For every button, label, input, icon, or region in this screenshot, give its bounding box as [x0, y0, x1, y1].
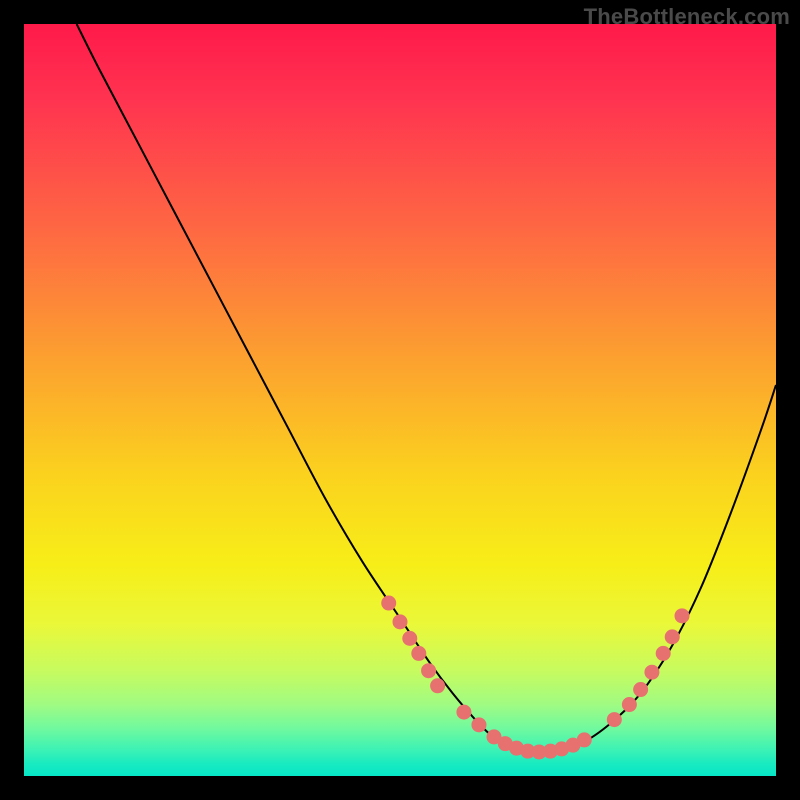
highlight-dot: [665, 629, 680, 644]
highlight-dot: [421, 663, 436, 678]
plot-area: [24, 24, 776, 776]
highlight-dot: [656, 646, 671, 661]
highlight-dot: [402, 631, 417, 646]
highlight-dot: [430, 678, 445, 693]
gradient-background: [24, 24, 776, 776]
highlight-dot: [607, 712, 622, 727]
highlight-dot: [577, 732, 592, 747]
highlight-dot: [675, 608, 690, 623]
highlight-dot: [411, 646, 426, 661]
chart-frame: TheBottleneck.com: [0, 0, 800, 800]
highlight-dot: [393, 614, 408, 629]
highlight-dot: [381, 596, 396, 611]
highlight-dot: [644, 665, 659, 680]
highlight-dot: [471, 717, 486, 732]
highlight-dot: [633, 682, 648, 697]
highlight-dot: [622, 697, 637, 712]
chart-svg: [24, 24, 776, 776]
watermark-text: TheBottleneck.com: [584, 4, 790, 30]
highlight-dot: [456, 705, 471, 720]
